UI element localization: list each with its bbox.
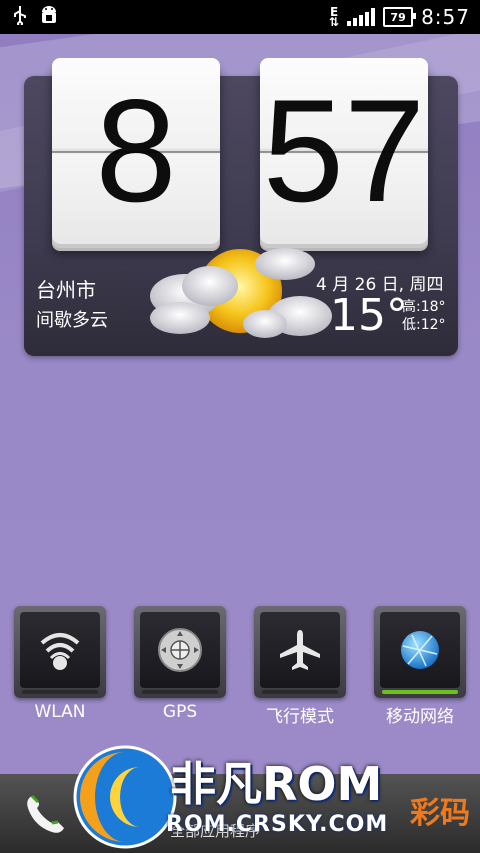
status-time: 8:57 xyxy=(421,5,470,29)
weather-high: 高:18° xyxy=(402,299,446,315)
toggle-airplane-mode-indicator xyxy=(262,690,338,694)
toggle-mobile-network-indicator xyxy=(382,690,458,694)
usb-icon xyxy=(12,5,28,29)
watermark-title: 非凡ROM xyxy=(170,757,383,811)
airplane-icon xyxy=(280,630,320,670)
watermark-url: ROM.CRSKY.COM xyxy=(166,812,389,837)
weather-high-low: 高:18° 低:12° xyxy=(402,298,446,334)
weather-temperature: 15° xyxy=(330,290,408,341)
toggle-wlan[interactable] xyxy=(14,606,106,698)
status-bar[interactable]: E ⇅ 79 8:57 xyxy=(0,0,480,34)
toggle-gps[interactable] xyxy=(134,606,226,698)
toggle-mobile-network[interactable] xyxy=(374,606,466,698)
site-watermark: 非凡ROM ROM.CRSKY.COM 彩码 xyxy=(70,742,480,852)
toggle-airplane-mode-label: 飞行模式 xyxy=(266,707,334,727)
phone-icon[interactable] xyxy=(18,790,70,842)
weather-low: 低:12° xyxy=(402,317,446,333)
clock-hour[interactable]: 8 xyxy=(52,58,220,244)
toggle-wlan-label: WLAN xyxy=(34,702,86,722)
weather-city: 台州市 xyxy=(36,278,96,302)
toggle-mobile-network-label: 移动网络 xyxy=(386,707,454,727)
toggle-airplane-mode[interactable] xyxy=(254,606,346,698)
partly-cloudy-icon xyxy=(150,248,332,338)
network-type-indicator: E ⇅ xyxy=(329,5,340,29)
toggle-gps-indicator xyxy=(142,690,218,694)
gps-icon xyxy=(158,628,202,672)
globe-icon xyxy=(401,631,439,669)
toggle-gps-label: GPS xyxy=(162,702,198,722)
watermark-side-text: 彩码 xyxy=(410,796,470,831)
watermark-logo xyxy=(73,745,177,849)
clock-minute[interactable]: 57 xyxy=(260,58,428,244)
battery-icon: 79 xyxy=(383,7,417,27)
toggle-wlan-indicator xyxy=(22,690,98,694)
weather-condition: 间歇多云 xyxy=(36,310,108,331)
android-debug-icon xyxy=(38,4,60,30)
signal-strength-icon xyxy=(347,8,376,26)
wifi-icon xyxy=(40,633,80,670)
battery-level: 79 xyxy=(390,10,406,24)
